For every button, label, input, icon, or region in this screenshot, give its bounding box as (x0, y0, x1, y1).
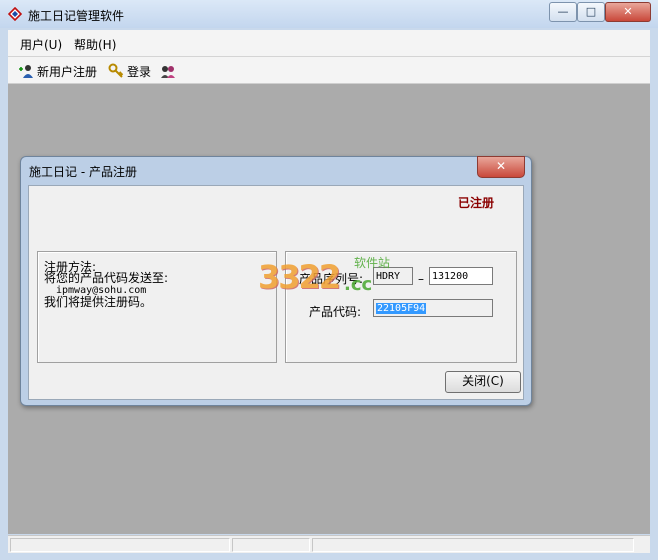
app-icon (8, 7, 22, 21)
add-user-icon (19, 65, 33, 78)
instructions-line-1: 将您的产品代码发送至: (44, 271, 169, 285)
menu-bar: 用户(U) 帮助(H) (8, 30, 650, 57)
login-button[interactable]: 登录 (108, 62, 151, 80)
dialog-title: 施工日记 - 产品注册 (29, 165, 137, 179)
close-button[interactable]: ✕ (605, 2, 651, 22)
registration-status: 已注册 (458, 196, 495, 210)
watermark-text: 软件站 (354, 256, 391, 270)
dialog-close-button[interactable]: ✕ (477, 156, 525, 178)
status-pane-2 (232, 538, 310, 552)
new-user-register-button[interactable]: 新用户注册 (18, 62, 97, 80)
window-title: 施工日记管理软件 (28, 9, 125, 23)
status-pane-3 (312, 538, 634, 552)
users-icon (161, 66, 175, 78)
menu-help[interactable]: 帮助(H) (74, 36, 116, 53)
title-bar[interactable]: 施工日记管理软件 — □ ✕ (0, 0, 658, 28)
maximize-button[interactable]: □ (577, 2, 605, 22)
menu-user[interactable]: 用户(U) (20, 36, 62, 53)
new-user-register-label: 新用户注册 (37, 64, 98, 79)
instructions-line-3: 我们将提供注册码。 (44, 295, 153, 309)
users-button[interactable] (160, 62, 179, 80)
product-code-label: 产品代码: (309, 305, 362, 319)
watermark-number: 3322 (258, 258, 341, 296)
serial-part-2-field[interactable]: 131200 (429, 267, 493, 285)
login-label: 登录 (127, 64, 152, 79)
dialog-close-action-button[interactable]: 关闭(C) (445, 371, 521, 393)
status-pane-1 (10, 538, 230, 552)
watermark-logo: 3322 .cc 软件站 (258, 254, 398, 306)
minimize-button[interactable]: — (549, 2, 577, 22)
status-bar (8, 535, 650, 553)
instructions-group: 注册方法: 将您的产品代码发送至: ipmway@sohu.com 我们将提供注… (37, 251, 277, 363)
serial-separator: – (418, 272, 424, 286)
watermark-domain: .cc (344, 274, 373, 295)
key-icon (108, 63, 124, 78)
toolbar: 新用户注册 登录 (8, 57, 650, 84)
